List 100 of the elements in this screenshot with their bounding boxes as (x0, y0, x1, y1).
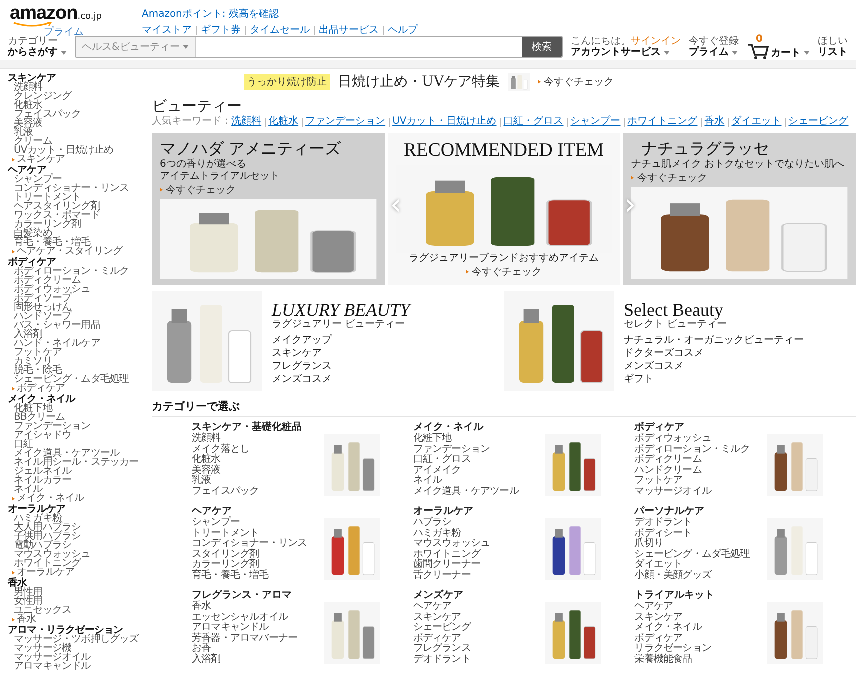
sidebar-more-link[interactable]: オーラルケア (12, 568, 75, 577)
category-link[interactable]: 小顔・美顔グッズ (634, 570, 712, 581)
keyword-link[interactable]: シャンプー (570, 116, 621, 128)
category-link[interactable]: コンディショナー・リンス (192, 539, 308, 550)
category-link[interactable]: メイク道具・ケアツール (413, 486, 519, 497)
keyword-link[interactable]: シェービング (788, 116, 849, 128)
category-link[interactable]: 舌クリーナー (413, 570, 471, 581)
brand-link[interactable]: ギフト (624, 373, 654, 386)
sidebar-link[interactable]: 男性用 (14, 588, 43, 597)
category-title[interactable]: オーラルケア (413, 505, 474, 518)
category-link[interactable]: マッサージオイル (634, 486, 712, 497)
category-link[interactable]: メイク落とし (192, 444, 250, 455)
sidebar-link[interactable]: ボディウォッシュ (14, 285, 91, 294)
category-link[interactable]: ヘアケア (413, 602, 452, 612)
category-link[interactable]: アイメイク (413, 466, 462, 476)
sidebar-link[interactable]: 大人用ハブラシ (14, 523, 82, 532)
sidebar-link[interactable]: ハンドソープ (14, 312, 72, 321)
category-title[interactable]: パーソナルケア (634, 505, 705, 518)
category-link[interactable]: カラーリング剤 (192, 560, 260, 570)
sidebar-link[interactable]: シャンプー (14, 175, 62, 184)
category-link[interactable]: フレグランス (413, 644, 471, 654)
amazon-logo[interactable]: amazon.co.jp プライム (10, 4, 102, 38)
sidebar-link[interactable]: 入浴剤 (14, 330, 43, 339)
brand-link[interactable]: スキンケア (272, 347, 322, 360)
category-link[interactable]: スキンケア (634, 612, 683, 623)
category-link[interactable]: 栄養機能食品 (634, 654, 692, 665)
sidebar-link[interactable]: 電動ハブラシ (14, 541, 72, 550)
sidebar-link[interactable]: シェービング・ムダ毛処理 (14, 375, 130, 384)
sidebar-link[interactable]: マッサージオイル (14, 653, 91, 662)
category-link[interactable]: 育毛・養毛・増毛 (192, 570, 269, 581)
category-link[interactable]: 香水 (192, 602, 212, 612)
brand-link[interactable]: メイクアップ (272, 334, 332, 347)
category-link[interactable]: ネイル (413, 476, 442, 486)
points-link[interactable]: Amazonポイント: 残高を確認 (142, 7, 418, 21)
cart-button[interactable]: 0 カート (747, 34, 810, 60)
sidebar-link[interactable]: ボディソープ (14, 294, 72, 303)
keyword-link[interactable]: 香水 (704, 116, 725, 128)
category-link[interactable]: 美容液 (192, 466, 221, 476)
nav-link[interactable]: ギフト券 (200, 23, 241, 37)
category-link[interactable]: ボディウォッシュ (634, 434, 712, 444)
sidebar-link[interactable]: ユニセックス (14, 606, 72, 615)
category-title[interactable]: メンズケア (413, 589, 464, 602)
category-link[interactable]: ハミガキ粉 (413, 528, 462, 539)
brand-title[interactable]: LUXURY BEAUTY (272, 301, 410, 319)
sidebar-more-link[interactable]: メイク・ネイル (12, 494, 84, 503)
sidebar-link[interactable]: 女性用 (14, 597, 43, 606)
sidebar-link[interactable]: アイシャドウ (14, 431, 72, 440)
sidebar-link[interactable]: ネイルカラー (14, 476, 72, 485)
sidebar-link[interactable]: ファンデーション (14, 422, 91, 431)
promo-title[interactable]: 日焼け止め・UVケア特集 (338, 73, 500, 91)
sidebar-link[interactable]: ジェルネイル (14, 467, 72, 476)
category-title[interactable]: ヘアケア (192, 505, 232, 518)
sidebar-link[interactable]: マッサージ・ツボ押しグッズ (14, 635, 139, 644)
sidebar-link[interactable]: クレンジング (14, 92, 72, 101)
category-link[interactable]: ファンデーション (413, 444, 490, 455)
category-link[interactable]: ボディシート (634, 528, 692, 539)
category-link[interactable]: フェイスパック (192, 486, 260, 497)
sidebar-more-link[interactable]: スキンケア (12, 155, 66, 164)
keyword-link[interactable]: 化粧水 (268, 116, 299, 128)
sidebar-link[interactable]: トリートメント (14, 193, 82, 202)
check-now-link[interactable]: 今すぐチェック (160, 183, 377, 197)
keyword-link[interactable]: ダイエット (732, 116, 782, 128)
sidebar-link[interactable]: コンディショナー・リンス (14, 184, 130, 193)
account-menu[interactable]: こんにちは。サインイン アカウントサービス (571, 36, 681, 58)
wishlist-menu[interactable]: ほしい リスト (818, 36, 848, 58)
sidebar-link[interactable]: 育毛・養毛・増毛 (14, 238, 91, 247)
account-menu[interactable]: 今すぐ登録 プライム (689, 36, 739, 58)
sidebar-link[interactable]: ハミガキ粉 (14, 514, 62, 523)
sidebar-link[interactable]: ヘアスタイリング剤 (14, 202, 100, 211)
category-link[interactable]: ヘアケア (634, 602, 674, 612)
brand-title[interactable]: Select Beauty (624, 301, 804, 319)
category-link[interactable]: ボディクリーム (634, 455, 702, 466)
sidebar-link[interactable]: マッサージ機 (14, 644, 72, 653)
category-link[interactable]: ホワイトニング (413, 550, 481, 560)
brand-link[interactable]: ドクターズコスメ (624, 347, 704, 360)
category-link[interactable]: 爪切り (634, 539, 664, 550)
category-link[interactable]: リラクゼーション (634, 644, 712, 654)
check-now-link[interactable]: 今すぐチェック (466, 265, 542, 279)
category-link[interactable]: ハブラシ (413, 518, 452, 528)
sidebar-link[interactable]: BBクリーム (14, 413, 66, 422)
category-link[interactable]: 洗顔料 (192, 434, 221, 444)
keyword-link[interactable]: UVカット・日焼け止め (392, 116, 497, 128)
category-link[interactable]: 入浴剤 (192, 654, 221, 665)
sidebar-link[interactable]: ワックス・ポマード (14, 211, 100, 220)
category-menu[interactable]: カテゴリー からさがす (8, 36, 67, 58)
category-link[interactable]: デオドラント (634, 518, 692, 528)
check-now-link[interactable]: 今すぐチェック (538, 75, 614, 89)
category-link[interactable]: シェービング (413, 623, 471, 634)
sidebar-link[interactable]: フェイスパック (14, 110, 82, 119)
sidebar-link[interactable]: ネイル (14, 485, 43, 494)
keyword-link[interactable]: 口紅・グロス (504, 116, 564, 128)
sidebar-link[interactable]: 口紅 (14, 440, 34, 449)
category-link[interactable]: シャンプー (192, 518, 240, 528)
category-link[interactable]: ボディケア (413, 634, 462, 644)
sidebar-link[interactable]: カラーリング剤 (14, 220, 82, 229)
sidebar-link[interactable]: 乳液 (14, 128, 34, 137)
category-title[interactable]: トライアルキット (634, 589, 715, 602)
keyword-link[interactable]: 洗顔料 (232, 116, 262, 128)
category-link[interactable]: スキンケア (413, 612, 462, 623)
category-link[interactable]: 芳香器・アロマバーナー (192, 634, 298, 644)
